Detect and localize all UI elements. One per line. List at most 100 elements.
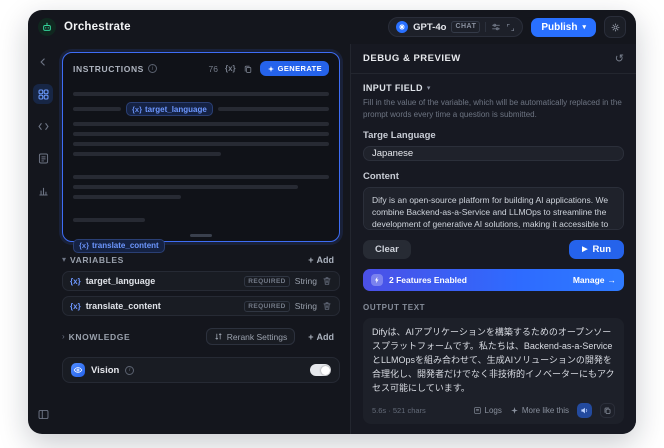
skeleton-line bbox=[73, 175, 329, 179]
collapse-sidebar-icon[interactable] bbox=[33, 404, 53, 424]
copy-icon[interactable] bbox=[243, 64, 253, 74]
instructions-title: INSTRUCTIONS bbox=[73, 63, 144, 74]
run-button[interactable]: ▶ Run bbox=[569, 240, 624, 260]
orchestrate-panel: INSTRUCTIONS i 76 {x} GENERATE {x} targe… bbox=[58, 44, 350, 434]
arrow-right-icon: → bbox=[607, 275, 617, 286]
generate-label: GENERATE bbox=[277, 64, 322, 73]
skeleton-line bbox=[73, 107, 121, 111]
knowledge-title: KNOWLEDGE bbox=[68, 331, 131, 342]
manage-features-link[interactable]: Manage → bbox=[573, 275, 616, 285]
skeleton-line bbox=[73, 195, 181, 199]
variable-type: String bbox=[294, 301, 317, 311]
delete-icon[interactable] bbox=[322, 301, 332, 311]
play-icon: ▶ bbox=[582, 246, 588, 254]
variable-chip-target-language[interactable]: {x} target_language bbox=[126, 102, 213, 116]
model-selector[interactable]: GPT-4o CHAT bbox=[388, 17, 524, 37]
add-variable-button[interactable]: + Add bbox=[302, 254, 340, 266]
variable-row[interactable]: {x} translate_content REQUIRED String bbox=[62, 296, 340, 316]
delete-icon[interactable] bbox=[322, 276, 332, 286]
action-buttons: Clear ▶ Run bbox=[363, 240, 624, 260]
variable-chip-translate-content[interactable]: {x} translate_content bbox=[73, 238, 165, 253]
speaker-icon bbox=[581, 407, 588, 414]
model-provider-icon bbox=[396, 21, 409, 33]
skeleton-line bbox=[217, 107, 329, 111]
logs-button[interactable]: Logs bbox=[473, 406, 502, 415]
sparkle-icon bbox=[511, 407, 518, 414]
required-badge: REQUIRED bbox=[244, 300, 290, 312]
variable-icon: {x} bbox=[79, 241, 90, 250]
sidebar bbox=[28, 44, 58, 434]
skeleton-line bbox=[73, 142, 329, 146]
run-label: Run bbox=[592, 244, 611, 256]
chevron-down-icon: ▾ bbox=[426, 85, 431, 92]
eye-icon bbox=[71, 363, 85, 377]
rerank-settings-button[interactable]: Rerank Settings bbox=[205, 328, 296, 345]
skeleton-line bbox=[73, 152, 222, 156]
refresh-icon[interactable]: ↺ bbox=[615, 52, 624, 65]
back-icon[interactable] bbox=[33, 52, 53, 72]
knowledge-section-header: › KNOWLEDGE Rerank Settings + Add bbox=[62, 328, 340, 345]
content-label: Content bbox=[363, 170, 399, 182]
variables-section-header: ▾ VARIABLES + Add bbox=[62, 254, 340, 266]
variable-chip-label: translate_content bbox=[92, 241, 159, 250]
variables-tools: + Add bbox=[302, 254, 340, 266]
chevron-right-icon[interactable]: › bbox=[62, 332, 65, 341]
output-text: Difyは、AIアプリケーションを構築するためのオープンソースプラットフォームで… bbox=[372, 327, 615, 394]
input-field-collapse[interactable]: INPUT FIELD ▾ bbox=[363, 83, 624, 93]
more-like-this-label: More like this bbox=[521, 406, 569, 415]
copy-output-button[interactable] bbox=[600, 403, 615, 418]
expand-model-settings-icon[interactable] bbox=[506, 23, 515, 32]
variable-icon: {x} bbox=[70, 276, 81, 286]
clear-button[interactable]: Clear bbox=[363, 240, 411, 260]
insert-variable-icon[interactable]: {x} bbox=[225, 64, 236, 73]
sidebar-item-orchestrate[interactable] bbox=[33, 84, 53, 104]
sidebar-item-logs[interactable] bbox=[33, 148, 53, 168]
required-badge: REQUIRED bbox=[244, 275, 290, 287]
features-enabled-bar[interactable]: 2 Features Enabled Manage → bbox=[363, 269, 624, 292]
generate-button[interactable]: GENERATE bbox=[259, 61, 329, 76]
variables-title: VARIABLES bbox=[70, 255, 124, 265]
skeleton-line: {x} target_language bbox=[73, 102, 329, 116]
sidebar-item-api-access[interactable] bbox=[33, 116, 53, 136]
info-icon[interactable]: i bbox=[147, 64, 157, 73]
variable-row[interactable]: {x} target_language REQUIRED String bbox=[62, 271, 340, 291]
lightning-icon bbox=[371, 274, 383, 287]
text-to-speech-button[interactable] bbox=[577, 403, 592, 418]
publish-button[interactable]: Publish ▾ bbox=[531, 17, 596, 37]
vision-toggle[interactable] bbox=[310, 364, 331, 376]
target-language-input[interactable] bbox=[363, 146, 624, 161]
add-knowledge-button[interactable]: + Add bbox=[302, 331, 340, 343]
output-text-title: OUTPUT TEXT bbox=[363, 303, 426, 313]
rerank-icon bbox=[215, 333, 222, 340]
instructions-editor[interactable]: INSTRUCTIONS i 76 {x} GENERATE {x} targe… bbox=[62, 52, 340, 253]
settings-button[interactable] bbox=[604, 16, 626, 38]
debug-header: DEBUG & PREVIEW ↺ bbox=[351, 44, 636, 74]
vision-feature-card: Vision i bbox=[62, 357, 340, 383]
add-label: Add bbox=[316, 331, 335, 342]
content-textarea[interactable] bbox=[363, 186, 624, 231]
instructions-header: INSTRUCTIONS i 76 {x} GENERATE bbox=[73, 61, 329, 76]
logs-label: Logs bbox=[484, 406, 502, 415]
sidebar-item-overview[interactable] bbox=[33, 180, 53, 200]
pill-divider bbox=[485, 22, 487, 32]
input-field-description: Fill in the value of the variable, which… bbox=[363, 98, 622, 119]
features-label: 2 Features Enabled bbox=[389, 275, 467, 286]
plus-icon: + bbox=[308, 331, 314, 342]
info-icon[interactable]: i bbox=[125, 365, 135, 375]
variable-name: target_language bbox=[85, 276, 156, 286]
chevron-down-icon[interactable]: ▾ bbox=[62, 256, 66, 264]
debug-title: DEBUG & PREVIEW bbox=[363, 53, 461, 64]
output-stats: 5.6s · 521 chars bbox=[372, 406, 426, 415]
skeleton-line bbox=[73, 132, 329, 136]
resize-handle[interactable] bbox=[190, 234, 212, 237]
chevron-down-icon: ▾ bbox=[582, 23, 586, 31]
skeleton-line bbox=[73, 122, 329, 126]
more-like-this-button[interactable]: More like this bbox=[510, 406, 569, 415]
variable-type: String bbox=[294, 276, 317, 286]
model-mode-badge: CHAT bbox=[451, 21, 481, 33]
instructions-toolbar: 76 {x} GENERATE bbox=[209, 61, 329, 76]
debug-preview-panel: DEBUG & PREVIEW ↺ INPUT FIELD ▾ Fill in … bbox=[350, 44, 636, 434]
model-params-sliders-icon[interactable] bbox=[491, 22, 501, 32]
skeleton-gap bbox=[73, 205, 329, 212]
variable-icon: {x} bbox=[70, 301, 81, 311]
